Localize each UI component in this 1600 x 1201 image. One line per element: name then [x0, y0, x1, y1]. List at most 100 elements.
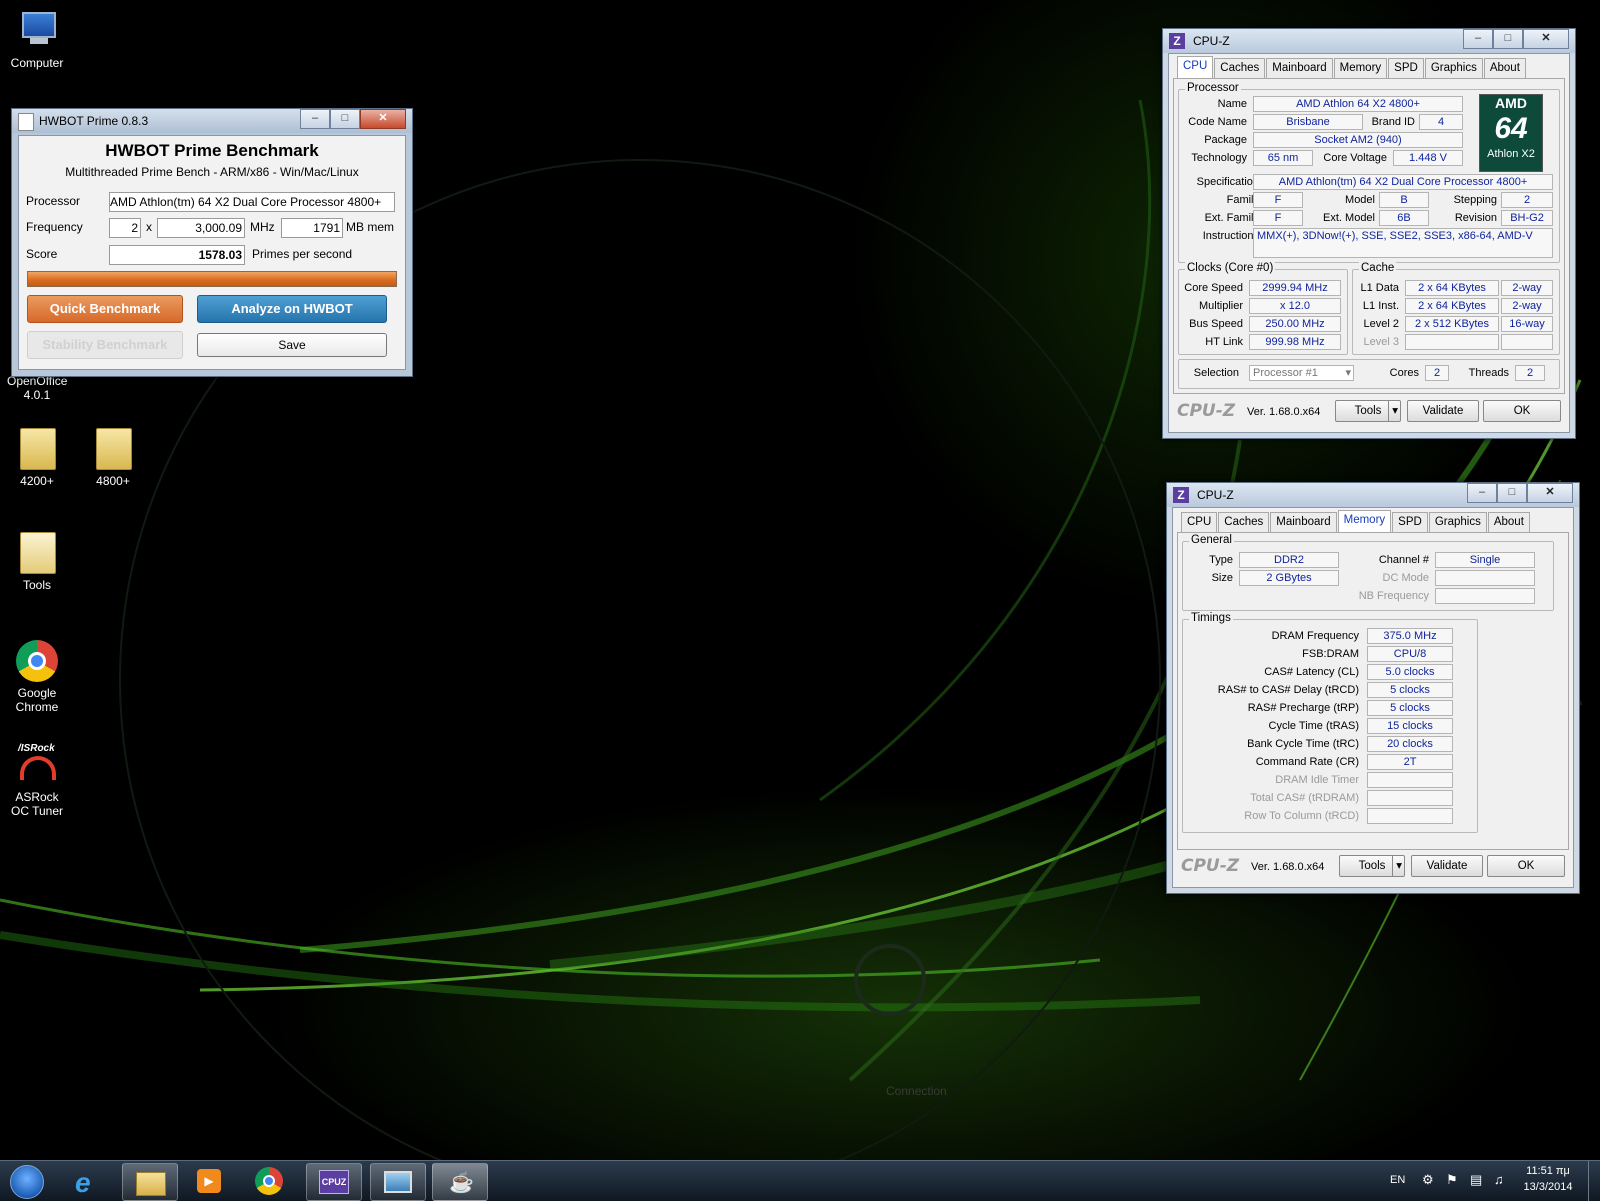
- desktop-icon-folder-tools[interactable]: Tools: [0, 532, 74, 592]
- taskbar-ie[interactable]: e: [62, 1163, 116, 1199]
- timing-value: 2T: [1367, 754, 1453, 770]
- desktop-icon-asrock[interactable]: /ISRock ASRock OC Tuner: [0, 743, 74, 818]
- cores-field[interactable]: 2: [109, 218, 141, 238]
- timing-label: RAS# to CAS# Delay (tRCD): [1217, 684, 1359, 696]
- tab-memory[interactable]: Memory: [1337, 510, 1392, 533]
- multiplier-label: Multiplier: [1198, 300, 1243, 312]
- hwbot-window[interactable]: HWBOT Prime 0.8.3 – □ ✕ HWBOT Prime Benc…: [11, 108, 413, 377]
- level2-way: 16-way: [1501, 316, 1553, 332]
- selection-label: Selection: [1193, 367, 1239, 379]
- stability-benchmark-button[interactable]: Stability Benchmark: [27, 331, 183, 359]
- logo-brand: AMD: [1495, 95, 1527, 111]
- volume-icon[interactable]: ♫: [1494, 1172, 1504, 1187]
- processor-field[interactable]: AMD Athlon(tm) 64 X2 Dual Core Processor…: [109, 192, 395, 212]
- timing-label: CAS# Latency (CL): [1264, 666, 1359, 678]
- start-button[interactable]: [4, 1163, 48, 1199]
- close-button[interactable]: ✕: [1523, 29, 1569, 49]
- desktop-icon-label: 4800+: [96, 474, 130, 488]
- tools-button[interactable]: Tools ▾: [1335, 400, 1401, 422]
- cpuz-footer-logo: CPU-Z: [1177, 401, 1236, 421]
- minimize-button[interactable]: –: [1463, 29, 1493, 49]
- tools-button[interactable]: Tools ▾: [1339, 855, 1405, 877]
- analyze-on-hwbot-button[interactable]: Analyze on HWBOT: [197, 295, 387, 323]
- tab-cpu[interactable]: CPU: [1177, 56, 1214, 79]
- level3-value: [1405, 334, 1499, 350]
- timing-value: 15 clocks: [1367, 718, 1453, 734]
- desktop-icon-folder-4800[interactable]: 4800+: [76, 428, 150, 488]
- validate-button[interactable]: Validate: [1407, 400, 1479, 422]
- tab-caches[interactable]: Caches: [1218, 512, 1270, 533]
- desktop-icon-openoffice[interactable]: OpenOffice 4.0.1: [0, 374, 74, 402]
- cpuz-memory-window[interactable]: Z CPU-Z – □ ✕ CPU Caches Mainboard Memor…: [1166, 482, 1580, 894]
- tab-memory[interactable]: Memory: [1333, 58, 1388, 79]
- selection-dropdown[interactable]: Processor #1 ▾: [1249, 365, 1354, 381]
- cpuz-cpu-window[interactable]: Z CPU-Z – □ ✕ CPU Caches Mainboard Memor…: [1162, 28, 1576, 439]
- action-center-flag-icon[interactable]: ⚑: [1446, 1172, 1458, 1188]
- tab-mainboard[interactable]: Mainboard: [1266, 58, 1333, 79]
- score-field[interactable]: 1578.03: [109, 245, 245, 265]
- desktop-icon-folder-4200[interactable]: 4200+: [0, 428, 74, 488]
- tab-about[interactable]: About: [1487, 512, 1530, 533]
- ok-button[interactable]: OK: [1487, 855, 1565, 877]
- timing-value: 5 clocks: [1367, 700, 1453, 716]
- wallpaper-watermark: Connection: [886, 1084, 947, 1098]
- corespeed-value: 2999.94 MHz: [1249, 280, 1341, 296]
- tab-about[interactable]: About: [1483, 58, 1526, 79]
- maximize-button[interactable]: □: [1493, 29, 1523, 49]
- minimize-button[interactable]: –: [1467, 483, 1497, 503]
- tab-cpu[interactable]: CPU: [1181, 512, 1218, 533]
- folder-icon: [136, 1172, 166, 1196]
- cpuz-titlebar[interactable]: Z CPU-Z – □ ✕: [1163, 29, 1575, 53]
- tray-tools-icon[interactable]: ⚙: [1422, 1172, 1434, 1188]
- language-indicator[interactable]: EN: [1390, 1174, 1405, 1186]
- timing-row: RAS# Precharge (tRP) 5 clocks: [1183, 700, 1477, 718]
- network-icon[interactable]: ▤: [1470, 1172, 1482, 1188]
- name-label: Name: [1217, 98, 1247, 110]
- close-button[interactable]: ✕: [360, 109, 406, 129]
- brandid-label: Brand ID: [1371, 116, 1415, 128]
- selection-value: Processor #1: [1253, 367, 1318, 379]
- ok-button[interactable]: OK: [1483, 400, 1561, 422]
- cpuz-titlebar[interactable]: Z CPU-Z – □ ✕: [1167, 483, 1579, 507]
- general-group: General Type DDR2 Size 2 GBytes Channel …: [1182, 534, 1554, 611]
- busspeed-value: 250.00 MHz: [1249, 316, 1341, 332]
- desktop-icon-chrome[interactable]: Google Chrome: [0, 640, 74, 714]
- clock-date[interactable]: 13/3/2014: [1518, 1181, 1578, 1193]
- tab-caches[interactable]: Caches: [1214, 58, 1266, 79]
- tab-graphics[interactable]: Graphics: [1424, 58, 1483, 79]
- taskbar-media-player[interactable]: ▶: [182, 1163, 236, 1199]
- save-button[interactable]: Save: [197, 333, 387, 357]
- folder-icon: [16, 532, 58, 574]
- maximize-button[interactable]: □: [1497, 483, 1527, 503]
- tab-graphics[interactable]: Graphics: [1428, 512, 1487, 533]
- maximize-button[interactable]: □: [330, 109, 360, 129]
- tab-mainboard[interactable]: Mainboard: [1270, 512, 1337, 533]
- close-button[interactable]: ✕: [1527, 483, 1573, 503]
- show-desktop-button[interactable]: [1588, 1161, 1600, 1201]
- taskbar-explorer[interactable]: [122, 1163, 178, 1201]
- window-title: HWBOT Prime 0.8.3: [39, 114, 149, 128]
- tab-spd[interactable]: SPD: [1388, 58, 1424, 79]
- taskbar-chrome[interactable]: [242, 1163, 296, 1199]
- chevron-down-icon: ▾: [1392, 856, 1402, 876]
- validate-button[interactable]: Validate: [1411, 855, 1483, 877]
- quick-benchmark-button[interactable]: Quick Benchmark: [27, 295, 183, 323]
- taskbar-photo-viewer[interactable]: [370, 1163, 426, 1201]
- hwbot-titlebar[interactable]: HWBOT Prime 0.8.3 – □ ✕: [12, 109, 412, 133]
- tab-spd[interactable]: SPD: [1392, 512, 1428, 533]
- mem-field[interactable]: 1791: [281, 218, 343, 238]
- tab-panel: General Type DDR2 Size 2 GBytes Channel …: [1177, 532, 1569, 850]
- window-controls: – □ ✕: [1463, 29, 1569, 49]
- minimize-button[interactable]: –: [300, 109, 330, 129]
- desktop-icon-computer[interactable]: Computer: [0, 10, 74, 70]
- desktop-icon-label: OpenOffice 4.0.1: [7, 374, 68, 402]
- technology-value: 65 nm: [1253, 150, 1313, 166]
- timing-row: DRAM Frequency 375.0 MHz: [1183, 628, 1477, 646]
- timing-row: Bank Cycle Time (tRC) 20 clocks: [1183, 736, 1477, 754]
- instructions-value: MMX(+), 3DNow!(+), SSE, SSE2, SSE3, x86-…: [1253, 228, 1553, 258]
- corespeed-label: Core Speed: [1184, 282, 1243, 294]
- mhz-field[interactable]: 3,000.09: [157, 218, 245, 238]
- taskbar-java[interactable]: ☕: [432, 1163, 488, 1201]
- taskbar-cpuz[interactable]: CPUZ: [306, 1163, 362, 1201]
- clock-time[interactable]: 11:51 πμ: [1518, 1165, 1578, 1177]
